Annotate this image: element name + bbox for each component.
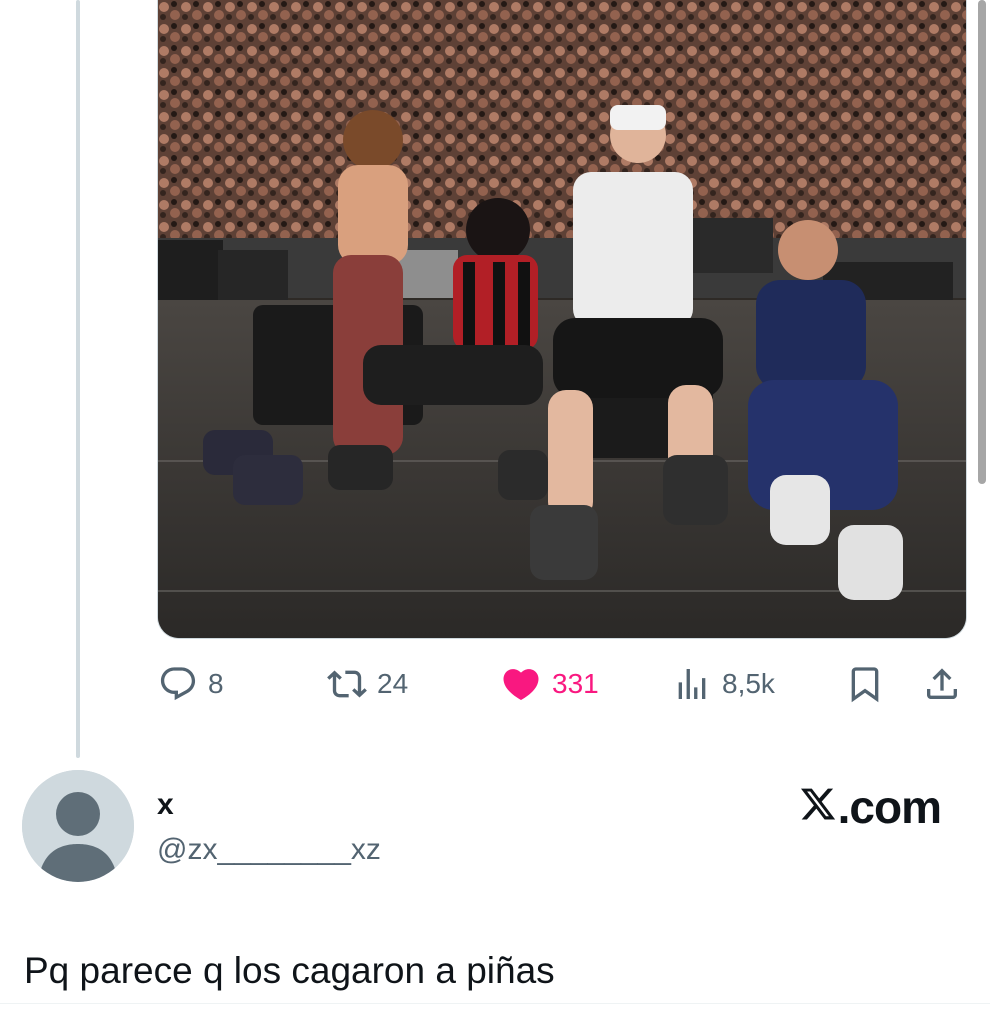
avatar[interactable] xyxy=(22,770,134,882)
brand-domain: .com xyxy=(837,781,942,833)
reply-count: 8 xyxy=(208,668,224,699)
views-count: 8,5k xyxy=(722,668,775,699)
reply-display-name[interactable]: x xyxy=(157,788,174,822)
like-count: 331 xyxy=(552,668,599,699)
tweet-photo[interactable] xyxy=(157,0,967,639)
thread-connector-line xyxy=(76,0,80,758)
reply-button[interactable]: 8 xyxy=(158,660,224,708)
retweet-icon xyxy=(327,664,367,704)
x-com-watermark: .com xyxy=(798,780,942,834)
share-icon xyxy=(922,664,962,704)
reply-text: Pq parece q los cagaron a piñas xyxy=(24,950,555,991)
share-button[interactable] xyxy=(922,660,962,708)
divider xyxy=(0,1003,990,1004)
x-logo-icon xyxy=(798,780,838,834)
bookmark-icon xyxy=(845,664,885,704)
like-button[interactable]: 331 xyxy=(500,660,599,708)
retweet-button[interactable]: 24 xyxy=(327,660,408,708)
reply-handle[interactable]: @zx________xz xyxy=(157,833,381,867)
views-button[interactable]: 8,5k xyxy=(672,660,775,708)
bookmark-button[interactable] xyxy=(845,660,885,708)
tweet-action-bar: 8 24 331 8,5k xyxy=(0,660,990,708)
heart-icon xyxy=(500,663,542,705)
views-chart-icon xyxy=(672,664,712,704)
concert-photo-illustration xyxy=(158,0,966,638)
reply-icon xyxy=(158,664,198,704)
retweet-count: 24 xyxy=(377,668,409,699)
scrollbar[interactable] xyxy=(978,0,986,484)
default-avatar-icon xyxy=(22,770,134,882)
